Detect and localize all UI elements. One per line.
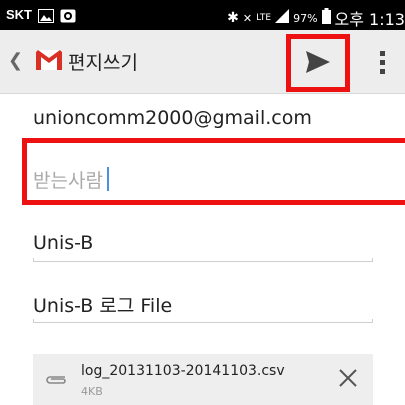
network-type: LTE (256, 13, 272, 23)
screen-title: 편지쓰기 (68, 52, 138, 74)
attachment-card[interactable]: log_20131103-20141103.csv 4KB (33, 354, 373, 405)
send-highlight-box (286, 34, 350, 92)
subject-underline (33, 258, 373, 262)
signal-icon (275, 9, 290, 27)
from-account[interactable]: unioncomm2000@gmail.com (33, 107, 373, 129)
image-notification-icon (38, 8, 54, 27)
more-options-icon[interactable] (372, 42, 392, 82)
status-bar: SKT ✱ ✕ LTE 97% 오후 1:13 (0, 0, 405, 30)
attachment-filename: log_20131103-20141103.csv (81, 363, 285, 379)
status-icons: ✱ ✕ LTE 97% 오후 1:13 (227, 6, 405, 30)
app-notification-icon (60, 8, 76, 27)
subject-field[interactable]: Unis-B (33, 232, 373, 254)
bluetooth-icon: ✱ (227, 10, 239, 26)
mute-icon: ✕ (242, 11, 253, 25)
back-chevron-icon[interactable]: ❮ (8, 50, 23, 71)
body-field[interactable]: Unis-B 로그 File (33, 291, 373, 318)
body-underline (33, 319, 373, 323)
remove-attachment-icon[interactable] (337, 367, 359, 389)
clock: 오후 1:13 (334, 10, 405, 29)
paperclip-icon (45, 371, 67, 390)
battery-icon (321, 8, 331, 28)
battery-percent: 97% (293, 11, 318, 25)
attachment-size: 4KB (81, 385, 103, 398)
to-field-highlight-box (22, 138, 405, 205)
carrier-label: SKT (6, 7, 32, 22)
gmail-logo-icon[interactable] (36, 50, 62, 74)
